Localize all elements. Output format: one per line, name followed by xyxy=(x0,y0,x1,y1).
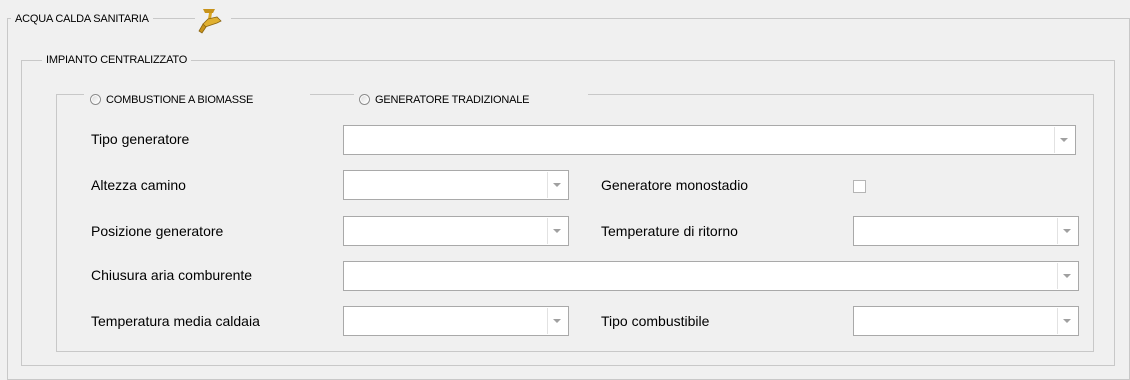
chiusura-aria-select[interactable] xyxy=(343,261,1079,291)
chevron-down-icon xyxy=(553,229,561,233)
tipo-generatore-select[interactable] xyxy=(343,125,1076,155)
group-title: IMPIANTO CENTRALIZZATO xyxy=(42,53,192,67)
section-title: ACQUA CALDA SANITARIA xyxy=(11,12,153,26)
chevron-down-icon xyxy=(1063,319,1071,323)
option-traditional[interactable]: GENERATORE TRADIZIONALE xyxy=(354,90,588,110)
generatore-monostadio-checkbox[interactable] xyxy=(853,180,866,193)
posizione-generatore-label: Posizione generatore xyxy=(91,223,224,239)
temperatura-media-select[interactable] xyxy=(343,306,569,336)
chiusura-aria-dropdown-button[interactable] xyxy=(1057,263,1077,289)
temperature-ritorno-select[interactable] xyxy=(853,216,1079,246)
chevron-down-icon xyxy=(553,319,561,323)
chevron-down-icon xyxy=(1060,138,1068,142)
option-biomass[interactable]: COMBUSTIONE A BIOMASSE xyxy=(84,90,310,110)
posizione-generatore-select[interactable] xyxy=(343,216,569,246)
posizione-generatore-dropdown-button[interactable] xyxy=(547,218,567,244)
tipo-combustibile-label: Tipo combustibile xyxy=(601,313,710,329)
tipo-combustibile-select[interactable] xyxy=(853,306,1079,336)
faucet-icon xyxy=(195,5,231,35)
generatore-monostadio-label: Generatore monostadio xyxy=(601,177,749,193)
temperatura-media-dropdown-button[interactable] xyxy=(547,308,567,334)
altezza-camino-dropdown-button[interactable] xyxy=(547,172,567,198)
chiusura-aria-label: Chiusura aria comburente xyxy=(91,267,253,283)
option-biomass-label: COMBUSTIONE A BIOMASSE xyxy=(106,94,254,106)
option-traditional-label: GENERATORE TRADIZIONALE xyxy=(375,94,530,106)
altezza-camino-label: Altezza camino xyxy=(91,177,186,193)
temperatura-media-label: Temperatura media caldaia xyxy=(91,313,260,329)
tipo-generatore-label: Tipo generatore xyxy=(91,131,190,147)
tipo-generatore-dropdown-button[interactable] xyxy=(1054,127,1074,153)
radio-traditional[interactable] xyxy=(359,94,370,105)
altezza-camino-select[interactable] xyxy=(343,170,569,200)
radio-biomass[interactable] xyxy=(90,94,101,105)
tipo-combustibile-dropdown-button[interactable] xyxy=(1057,308,1077,334)
temperature-ritorno-dropdown-button[interactable] xyxy=(1057,218,1077,244)
temperature-ritorno-label: Temperature di ritorno xyxy=(601,223,738,239)
chevron-down-icon xyxy=(553,183,561,187)
chevron-down-icon xyxy=(1063,274,1071,278)
chevron-down-icon xyxy=(1063,229,1071,233)
